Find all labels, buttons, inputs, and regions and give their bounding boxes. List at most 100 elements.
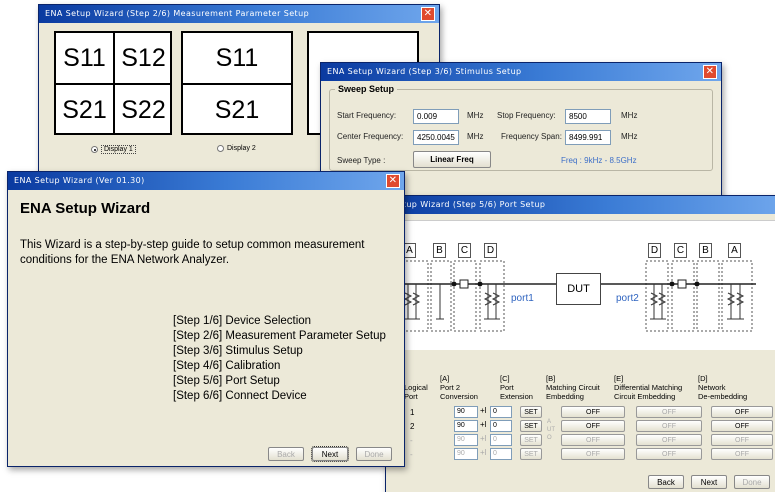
radio-dot: [91, 146, 98, 153]
param-s11: S11: [63, 43, 106, 72]
block-b-label: B: [699, 243, 712, 258]
port-diagram: A B C D D C B A DUT port1 port2: [396, 220, 775, 350]
differential-matching-header: [E] Differential Matching Circuit Embedd…: [614, 374, 683, 401]
plus-icon: +l: [480, 434, 487, 443]
display-2-radio[interactable]: Display 2: [217, 145, 256, 152]
sweep-type-label: Sweep Type :: [337, 156, 386, 165]
radio-dot: [217, 145, 224, 152]
frequency-span-input[interactable]: 8499.991: [565, 130, 611, 145]
titlebar[interactable]: Setup Wizard (Step 5/6) Port Setup ✕: [386, 196, 775, 214]
conversion-deg-input[interactable]: 90: [454, 434, 478, 446]
differential-off-button[interactable]: OFF: [636, 420, 702, 432]
conversion-value-input[interactable]: 0: [490, 406, 512, 418]
center-frequency-label: Center Frequency:: [337, 132, 404, 141]
step-item: [Step 5/6] Port Setup: [173, 375, 280, 387]
block-c-label: C: [674, 243, 687, 258]
wizard-description: This Wizard is a step-by-step guide to s…: [20, 239, 365, 266]
param-s21: S21: [62, 95, 107, 124]
unit-label: MHz: [621, 132, 638, 141]
step-list: [Step 1/6] Device Selection [Step 2/6] M…: [173, 314, 386, 404]
next-button[interactable]: Next: [691, 475, 727, 489]
conversion-value-input[interactable]: 0: [490, 448, 512, 460]
close-icon[interactable]: ✕: [421, 7, 435, 21]
close-icon[interactable]: ✕: [386, 174, 400, 188]
set-button[interactable]: SET: [520, 448, 542, 460]
close-icon[interactable]: ✕: [703, 65, 717, 79]
set-button[interactable]: SET: [520, 434, 542, 446]
block-a-label: A: [728, 243, 741, 258]
differential-off-button[interactable]: OFF: [636, 406, 702, 418]
matching-off-button[interactable]: OFF: [561, 420, 625, 432]
group-title: Sweep Setup: [335, 84, 398, 94]
start-frequency-label: Start Frequency:: [337, 111, 397, 120]
done-button[interactable]: Done: [734, 475, 770, 489]
deembedding-off-button[interactable]: OFF: [711, 420, 773, 432]
logical-port-cell: 2: [410, 422, 415, 431]
stop-frequency-label: Stop Frequency:: [497, 111, 556, 120]
port2-label: port2: [616, 293, 639, 304]
param-s12: S12: [121, 43, 166, 72]
window-title: Setup Wizard (Step 5/6) Port Setup: [392, 200, 546, 209]
matching-off-button[interactable]: OFF: [561, 448, 625, 460]
logical-port-cell: 1: [410, 408, 415, 417]
next-button[interactable]: Next: [311, 446, 349, 462]
conversion-value-input[interactable]: 0: [490, 434, 512, 446]
display-1-radio[interactable]: Display 1: [91, 145, 136, 154]
step-item: [Step 3/6] Stimulus Setup: [173, 345, 303, 357]
matching-off-button[interactable]: OFF: [561, 434, 625, 446]
wizard-heading: ENA Setup Wizard: [20, 200, 151, 217]
plus-icon: +l: [480, 420, 487, 429]
back-button[interactable]: Back: [268, 447, 304, 461]
param-s11: S11: [215, 43, 259, 72]
unit-label: MHz: [467, 111, 484, 120]
step-item: [Step 2/6] Measurement Parameter Setup: [173, 330, 386, 342]
logical-port-cell: -: [410, 450, 413, 459]
network-deembedding-header: [D] Network De-embedding: [698, 374, 748, 401]
set-button[interactable]: SET: [520, 420, 542, 432]
step-item: [Step 4/6] Calibration: [173, 360, 281, 372]
deembedding-off-button[interactable]: OFF: [711, 434, 773, 446]
conversion-deg-input[interactable]: 90: [454, 448, 478, 460]
differential-off-button[interactable]: OFF: [636, 448, 702, 460]
sweep-setup-group: [329, 89, 713, 171]
stop-frequency-input[interactable]: 8500: [565, 109, 611, 124]
titlebar[interactable]: ENA Setup Wizard (Ver 01.30) ✕: [8, 172, 404, 190]
conversion-value-input[interactable]: 0: [490, 420, 512, 432]
display-1-layout[interactable]: S11 S12 S21 S22: [54, 31, 172, 135]
deembedding-off-button[interactable]: OFF: [711, 406, 773, 418]
center-frequency-input[interactable]: 4250.0045: [413, 130, 459, 145]
window-title: ENA Setup Wizard (Ver 01.30): [14, 176, 145, 185]
set-button[interactable]: SET: [520, 406, 542, 418]
port1-label: port1: [511, 293, 534, 304]
port-setup-window: Setup Wizard (Step 5/6) Port Setup ✕: [384, 195, 775, 492]
differential-off-button[interactable]: OFF: [636, 434, 702, 446]
dut-box: DUT: [556, 273, 601, 305]
unit-label: MHz: [467, 132, 484, 141]
done-button[interactable]: Done: [356, 447, 392, 461]
conversion-deg-input[interactable]: 90: [454, 420, 478, 432]
conversion-deg-input[interactable]: 90: [454, 406, 478, 418]
logical-port-cell: -: [410, 436, 413, 445]
block-c-label: C: [458, 243, 471, 258]
logical-port-header: Logical Port: [404, 383, 428, 401]
unit-label: MHz: [621, 111, 638, 120]
titlebar[interactable]: ENA Setup Wizard (Step 2/6) Measurement …: [39, 5, 439, 23]
deembedding-off-button[interactable]: OFF: [711, 448, 773, 460]
block-d-label: D: [484, 243, 497, 258]
back-button[interactable]: Back: [648, 475, 684, 489]
step-item: [Step 1/6] Device Selection: [173, 315, 312, 327]
block-d-label: D: [648, 243, 661, 258]
matching-off-button[interactable]: OFF: [561, 406, 625, 418]
setup-wizard-intro-window: ENA Setup Wizard (Ver 01.30) ✕ ENA Setup…: [7, 171, 405, 467]
display-2-layout[interactable]: S11 S21: [181, 31, 293, 135]
start-frequency-input[interactable]: 0.009: [413, 109, 459, 124]
titlebar[interactable]: ENA Setup Wizard (Step 3/6) Stimulus Set…: [321, 63, 721, 81]
step-item: [Step 6/6] Connect Device: [173, 390, 307, 402]
window-title: ENA Setup Wizard (Step 3/6) Stimulus Set…: [327, 67, 522, 76]
port-extension-header: [C] Port Extension: [500, 374, 533, 401]
sweep-type-button[interactable]: Linear Freq: [413, 151, 491, 168]
port-conversion-header: [A] Port 2 Conversion: [440, 374, 478, 401]
frequency-span-label: Frequency Span:: [501, 132, 562, 141]
matching-circuit-header: [B] Matching Circuit Embedding: [546, 374, 600, 401]
frequency-range-text: Freq : 9kHz - 8.5GHz: [561, 156, 637, 165]
